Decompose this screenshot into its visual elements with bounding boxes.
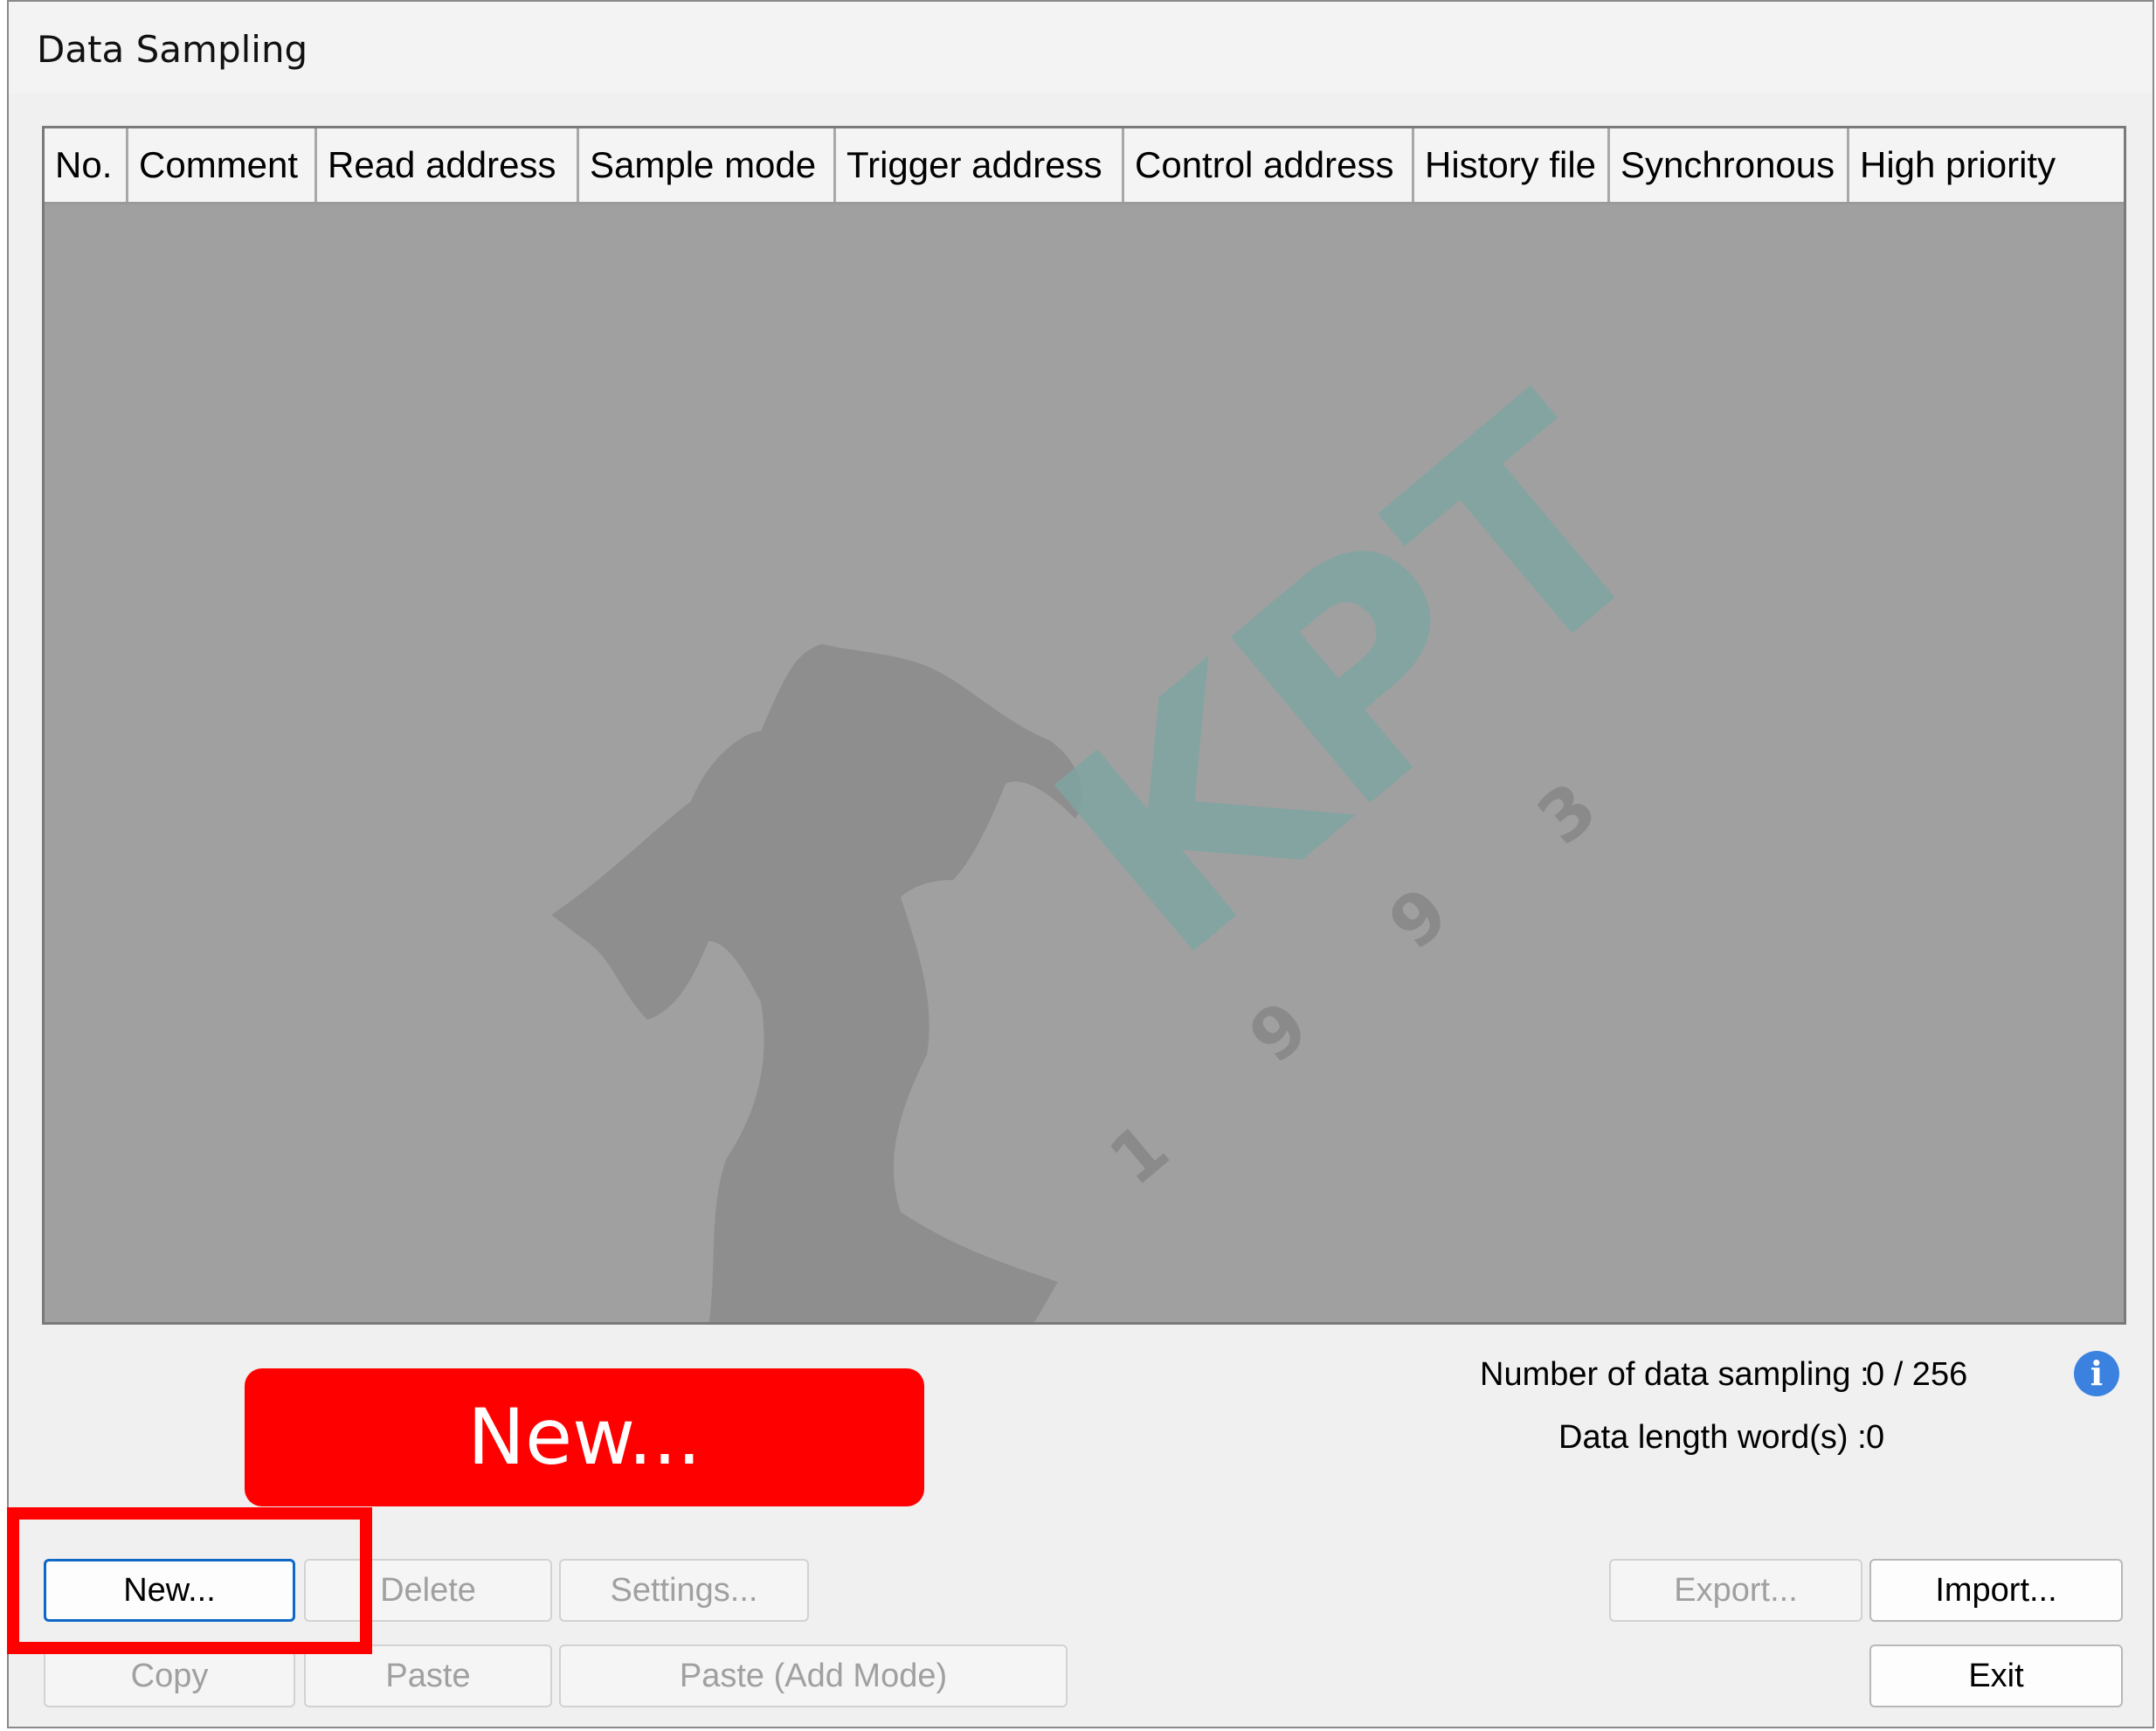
exit-button[interactable]: Exit — [1869, 1644, 2123, 1707]
column-header-comment[interactable]: Comment — [128, 128, 317, 202]
column-header-history-file[interactable]: History file — [1414, 128, 1610, 202]
export-button[interactable]: Export... — [1609, 1559, 1862, 1622]
sampling-count-value: 0 / 256 — [1866, 1356, 1968, 1393]
watermark-digit-3: 9 — [1374, 872, 1463, 966]
info-icon[interactable]: i — [2074, 1351, 2119, 1396]
sampling-count-label: Number of data sampling : — [1480, 1356, 1869, 1393]
table-header: No. Comment Read address Sample mode Tri… — [45, 128, 2124, 204]
paste-add-mode-button[interactable]: Paste (Add Mode) — [559, 1644, 1068, 1707]
new-callout-label: New... — [245, 1368, 924, 1506]
data-length-label: Data length word(s) : — [1558, 1419, 1867, 1456]
column-header-synchronous[interactable]: Synchronous — [1610, 128, 1849, 202]
data-sampling-table[interactable]: KPT 1 9 9 3 No. Comment Read address Sam… — [42, 126, 2126, 1325]
watermark-digit-4: 3 — [1523, 767, 1612, 861]
window-title: Data Sampling — [37, 28, 308, 71]
new-button-highlight — [7, 1507, 372, 1654]
title-bar: Data Sampling — [9, 2, 2153, 93]
watermark-logo: KPT 1 9 9 3 — [551, 338, 1717, 1322]
column-header-high-priority[interactable]: High priority — [1849, 128, 2111, 202]
watermark-text: KPT — [996, 338, 1717, 1022]
column-header-no[interactable]: No. — [45, 128, 128, 202]
column-header-read-address[interactable]: Read address — [317, 128, 579, 202]
settings-button[interactable]: Settings... — [559, 1559, 809, 1622]
watermark-digit-2: 9 — [1234, 986, 1323, 1079]
column-header-control-address[interactable]: Control address — [1124, 128, 1414, 202]
column-header-trigger-address[interactable]: Trigger address — [836, 128, 1124, 202]
column-header-sample-mode[interactable]: Sample mode — [579, 128, 836, 202]
watermark-digit-1: 1 — [1095, 1108, 1184, 1201]
import-button[interactable]: Import... — [1869, 1559, 2123, 1622]
data-length-value: 0 — [1866, 1419, 1885, 1456]
